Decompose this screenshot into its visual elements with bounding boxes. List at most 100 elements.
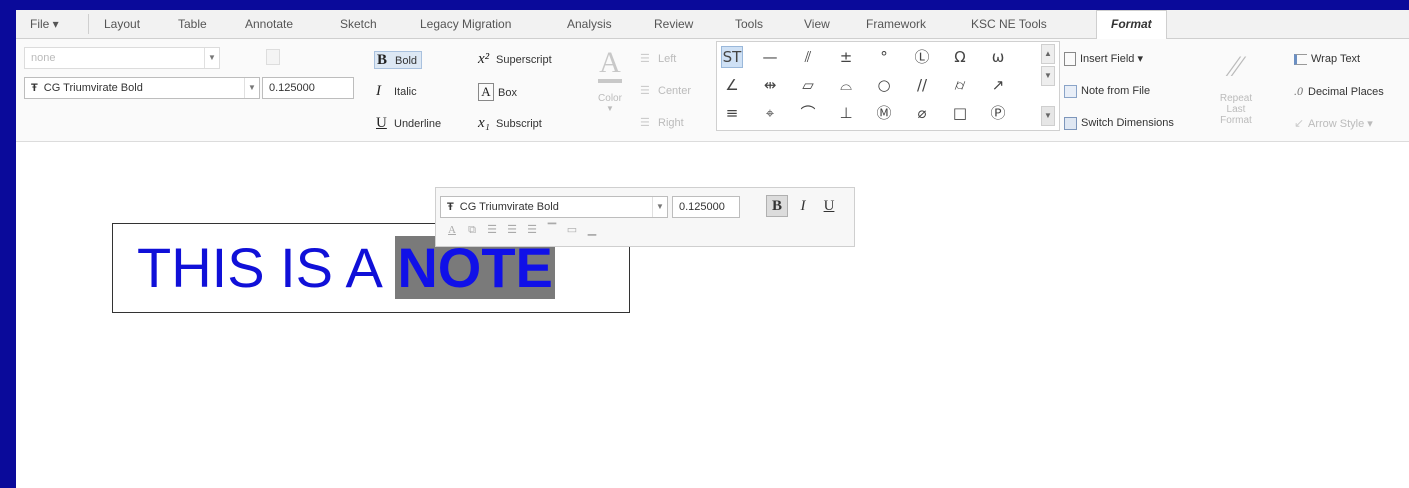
box-button[interactable]: A Box — [478, 83, 517, 101]
copy-style-icon[interactable] — [266, 49, 280, 65]
mini-valign-bottom-icon[interactable]: ▁ — [586, 224, 598, 236]
tab-review[interactable]: Review — [654, 17, 693, 31]
insert-field-button[interactable]: Insert Field ▾ — [1064, 51, 1143, 67]
bold-icon: B — [377, 52, 388, 68]
symbol-profile-line-icon[interactable]: ⌒ — [797, 102, 819, 124]
symbol-statistical-tolerance-icon[interactable]: ST — [721, 46, 743, 68]
italic-button[interactable]: I Italic — [376, 83, 417, 100]
align-right-icon: ☰ — [640, 117, 650, 129]
tab-format[interactable]: Format — [1096, 10, 1167, 39]
drawing-canvas[interactable]: THIS IS A NOTE Ŧ CG Triumvirate Bold ▼ 0… — [16, 142, 1409, 488]
subscript-button[interactable]: x₁ Subscript — [478, 115, 542, 132]
gallery-scroll-up-icon[interactable]: ▲ — [1041, 44, 1055, 64]
switch-dimensions-icon — [1064, 116, 1077, 130]
mini-height-input[interactable]: 0.125000 — [672, 196, 740, 218]
mini-align-right-icon[interactable]: ☰ — [526, 224, 538, 236]
mini-font-value: CG Triumvirate Bold — [459, 201, 559, 213]
switch-dimensions-button[interactable]: Switch Dimensions — [1064, 115, 1174, 131]
tab-tools[interactable]: Tools — [735, 17, 763, 31]
symbol-symmetry-icon[interactable]: ⇹ — [759, 74, 781, 96]
mini-underline-button[interactable]: U — [818, 195, 840, 217]
mini-align-center-icon[interactable]: ☰ — [506, 224, 518, 236]
symbol-ohm-icon[interactable]: Ω — [949, 46, 971, 68]
mini-italic-button[interactable]: I — [792, 195, 814, 217]
superscript-button[interactable]: x² Superscript — [478, 51, 552, 68]
arrow-style-icon: ↙ — [1294, 116, 1305, 130]
symbol-parallelism-icon[interactable]: // — [911, 74, 933, 96]
tab-file[interactable]: File ▾ — [30, 17, 59, 31]
note-text-unselected: THIS IS A — [137, 236, 396, 299]
mini-copy-icon[interactable]: ⧉ — [466, 224, 478, 236]
tab-framework[interactable]: Framework — [866, 17, 926, 31]
symbol-circularity-icon[interactable]: ○ — [873, 74, 895, 96]
symbol-diameter-icon[interactable]: ⌀ — [911, 102, 933, 124]
text-height-value: 0.125000 — [269, 82, 315, 94]
tab-table[interactable]: Table — [178, 17, 207, 31]
align-center-button[interactable]: ☰ Center — [640, 83, 691, 99]
tab-ksc-ne-tools[interactable]: KSC NE Tools — [971, 17, 1047, 31]
repeat-last-format-button[interactable]: ⁄⁄ Repeat Last Format — [1212, 47, 1260, 131]
box-icon: A — [478, 83, 494, 101]
symbol-mmc-icon[interactable]: Ⓜ — [873, 102, 895, 124]
mini-font-combo[interactable]: Ŧ CG Triumvirate Bold ▼ — [440, 196, 668, 218]
gallery-expand-icon[interactable]: ▼ — [1041, 106, 1055, 126]
gallery-scroll-down-icon[interactable]: ▼ — [1041, 66, 1055, 86]
symbol-circular-runout-icon[interactable]: ↗ — [987, 74, 1009, 96]
repeat-format-icon: ⁄⁄ — [1230, 50, 1242, 83]
align-right-button[interactable]: ☰ Right — [640, 115, 684, 131]
mini-valign-middle-icon[interactable]: ▭ — [566, 224, 578, 236]
note-file-icon — [1064, 84, 1077, 98]
align-left-icon: ☰ — [640, 53, 650, 65]
arrow-style-button[interactable]: ↙ Arrow Style ▾ — [1294, 115, 1373, 132]
symbol-projected-zone-icon[interactable]: Ⓟ — [987, 102, 1009, 124]
italic-icon: I — [376, 83, 381, 99]
symbol-position-bars-icon[interactable]: ≡ — [721, 102, 743, 124]
align-left-button[interactable]: ☰ Left — [640, 51, 676, 67]
symbol-omega-icon[interactable]: ω — [987, 46, 1009, 68]
symbol-flatness-icon[interactable]: ▱ — [797, 74, 819, 96]
symbol-perpendicularity-icon[interactable]: ⊥ — [835, 102, 857, 124]
symbol-profile-surface-icon[interactable]: ⌓ — [835, 74, 857, 96]
color-button[interactable]: A Color ▼ — [592, 47, 628, 127]
underline-icon: U — [376, 115, 387, 131]
symbol-straightness-icon[interactable]: — — [759, 46, 781, 68]
underline-button[interactable]: U Underline — [376, 115, 441, 132]
mini-bold-button[interactable]: B — [766, 195, 788, 217]
mini-align-left-icon[interactable]: ☰ — [486, 224, 498, 236]
format-ribbon: none ▼ Ŧ CG Triumvirate Bold ▼ 0.125000 … — [16, 39, 1409, 142]
insert-field-icon — [1064, 52, 1076, 67]
symbol-square-icon[interactable]: □ — [949, 102, 971, 124]
bold-button[interactable]: B Bold — [374, 51, 423, 69]
mini-format-toolbar: Ŧ CG Triumvirate Bold ▼ 0.125000 B I U A… — [435, 187, 855, 247]
chevron-down-icon: ▼ — [606, 104, 614, 113]
symbol-cylindricity-icon[interactable]: ⌭ — [949, 74, 971, 96]
text-height-input[interactable]: 0.125000 — [262, 77, 354, 99]
symbol-lmc-icon[interactable]: Ⓛ — [911, 46, 933, 68]
symbol-degree-icon[interactable]: ° — [873, 46, 895, 68]
font-combo[interactable]: Ŧ CG Triumvirate Bold ▼ — [24, 77, 260, 99]
decimal-places-button[interactable]: .0 Decimal Places — [1294, 83, 1384, 100]
symbol-total-runout-icon[interactable]: ⫽ — [797, 46, 819, 68]
align-center-icon: ☰ — [640, 85, 650, 97]
symbol-plus-minus-icon[interactable]: ± — [835, 46, 857, 68]
mini-valign-top-icon[interactable]: ▔ — [546, 224, 558, 236]
tab-legacy-migration[interactable]: Legacy Migration — [420, 17, 511, 31]
decimal-places-icon: .0 — [1294, 84, 1303, 98]
font-icon: Ŧ — [31, 82, 38, 94]
tab-analysis[interactable]: Analysis — [567, 17, 612, 31]
symbol-gallery: ST — ⫽ ± ° Ⓛ Ω ω ∠ ⇹ ▱ ⌓ ○ // ⌭ ↗ ≡ ⌖ ⌒ … — [716, 41, 1060, 131]
tab-annotate[interactable]: Annotate — [245, 17, 293, 31]
superscript-icon: x² — [478, 51, 490, 67]
tab-layout[interactable]: Layout — [104, 17, 140, 31]
tab-view[interactable]: View — [804, 17, 830, 31]
note-text[interactable]: THIS IS A NOTE — [137, 236, 555, 299]
tab-sketch[interactable]: Sketch — [340, 17, 377, 31]
chevron-down-icon: ▼ — [204, 48, 219, 68]
symbol-angularity-icon[interactable]: ∠ — [721, 74, 743, 96]
text-style-combo[interactable]: none ▼ — [24, 47, 220, 69]
symbol-position-icon[interactable]: ⌖ — [759, 102, 781, 124]
wrap-text-button[interactable]: Wrap Text — [1294, 51, 1360, 67]
mini-font-color-icon[interactable]: A — [446, 224, 458, 236]
font-color-icon: A — [598, 47, 622, 83]
note-from-file-button[interactable]: Note from File — [1064, 83, 1150, 99]
